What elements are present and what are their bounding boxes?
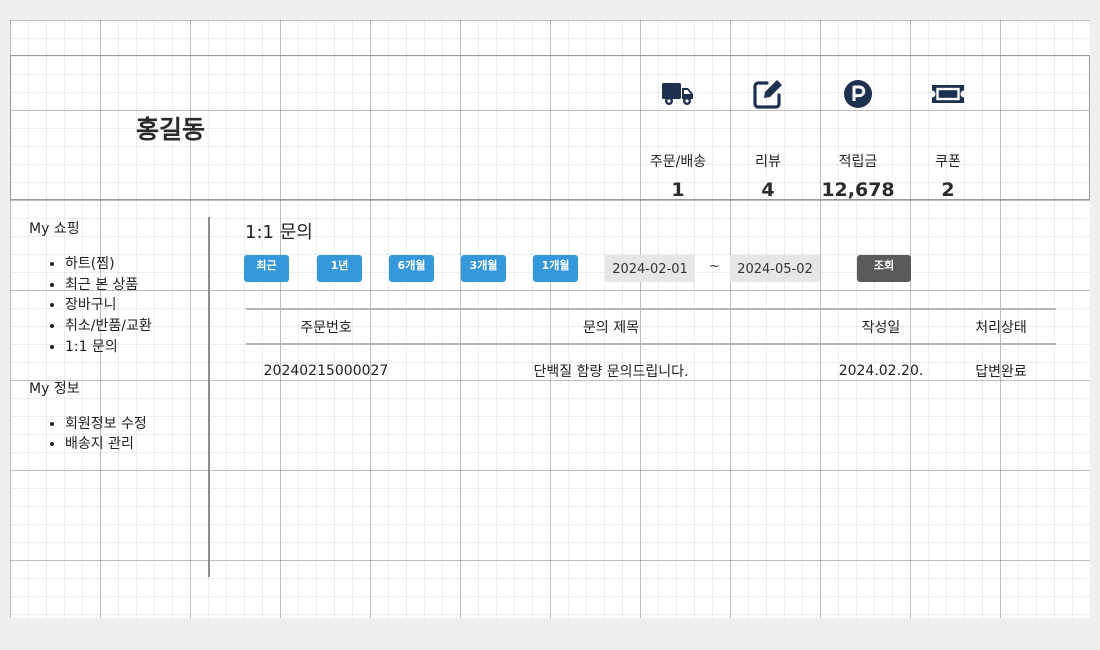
sidebar-item-addresses[interactable]: 배송지 관리 — [65, 434, 209, 455]
stat-points[interactable]: 적립금 12,678 — [813, 74, 903, 201]
col-order-number: 주문번호 — [300, 319, 352, 336]
stat-reviews-value: 4 — [761, 179, 775, 201]
period-button-3m[interactable]: 3개월 — [461, 255, 506, 282]
sidebar-divider — [208, 217, 210, 577]
truck-icon — [633, 74, 723, 114]
col-status: 처리상태 — [975, 319, 1027, 336]
sidebar-item-heart[interactable]: 하트(찜) — [65, 254, 209, 275]
cell-order-number: 20240215000027 — [263, 363, 389, 379]
period-button-6m[interactable]: 6개월 — [389, 255, 434, 282]
sidebar-item-edit-profile[interactable]: 회원정보 수정 — [65, 414, 209, 435]
stat-points-value: 12,678 — [821, 179, 895, 201]
inquiry-table: 주문번호 문의 제목 작성일 처리상태 20240215000027 단백질 함… — [246, 308, 1056, 397]
sidebar-info-list: 회원정보 수정 배송지 관리 — [65, 414, 209, 455]
stat-orders[interactable]: 주문/배송 1 — [633, 74, 723, 201]
date-from-input[interactable]: 2024-02-01 — [605, 255, 695, 282]
profile-header: 홍길동 주문/배송 1 리뷰 4 적립금 12,678 쿠폰 2 — [10, 55, 1090, 201]
sidebar: My 쇼핑 하트(찜) 최근 본 상품 장바구니 취소/반품/교환 1:1 문의… — [29, 218, 209, 455]
user-name: 홍길동 — [136, 115, 206, 144]
sidebar-shopping-list: 하트(찜) 최근 본 상품 장바구니 취소/반품/교환 1:1 문의 — [65, 254, 209, 358]
search-button[interactable]: 조회 — [857, 255, 911, 282]
cell-status: 답변완료 — [975, 364, 1027, 380]
stat-reviews[interactable]: 리뷰 4 — [723, 74, 813, 201]
period-button-recent[interactable]: 최근 — [244, 255, 289, 282]
stat-coupons-value: 2 — [941, 179, 955, 201]
col-title: 문의 제목 — [583, 319, 639, 336]
stat-coupons[interactable]: 쿠폰 2 — [903, 74, 993, 201]
sidebar-info-title: My 정보 — [29, 380, 80, 397]
date-separator: ~ — [709, 259, 720, 274]
sidebar-item-inquiry[interactable]: 1:1 문의 — [65, 337, 209, 358]
col-date: 작성일 — [861, 319, 901, 336]
cell-title[interactable]: 단백질 함량 문의드립니다. — [406, 344, 816, 397]
table-header-row: 주문번호 문의 제목 작성일 처리상태 — [246, 309, 1056, 344]
sidebar-item-cart[interactable]: 장바구니 — [65, 295, 209, 316]
stat-orders-label: 주문/배송 — [649, 154, 707, 170]
stat-reviews-label: 리뷰 — [755, 154, 781, 170]
points-icon — [813, 74, 903, 114]
table-row[interactable]: 20240215000027 단백질 함량 문의드립니다. 2024.02.20… — [246, 344, 1056, 397]
period-button-1m[interactable]: 1개월 — [533, 255, 578, 282]
ticket-icon — [903, 74, 993, 114]
page-title: 1:1 문의 — [245, 222, 313, 243]
stat-coupons-label: 쿠폰 — [935, 154, 961, 170]
inquiry-panel: 1:1 문의 최근 1년 6개월 3개월 1개월 2024-02-01 ~ 20… — [244, 218, 1065, 380]
sidebar-item-recent[interactable]: 최근 본 상품 — [65, 275, 209, 296]
sidebar-item-returns[interactable]: 취소/반품/교환 — [65, 316, 209, 337]
period-button-1y[interactable]: 1년 — [317, 255, 362, 282]
page-sheet: 홍길동 주문/배송 1 리뷰 4 적립금 12,678 쿠폰 2 My 쇼핑 •… — [10, 20, 1090, 618]
period-filters: 최근 1년 6개월 3개월 1개월 2024-02-01 ~ 2024-05-0… — [244, 255, 1065, 283]
cell-date: 2024.02.20. — [838, 363, 924, 379]
stat-orders-value: 1 — [671, 179, 685, 201]
date-to-input[interactable]: 2024-05-02 — [730, 255, 820, 282]
stat-points-label: 적립금 — [838, 154, 878, 170]
edit-icon — [723, 74, 813, 114]
sidebar-shopping-title: My 쇼핑 — [29, 221, 80, 237]
